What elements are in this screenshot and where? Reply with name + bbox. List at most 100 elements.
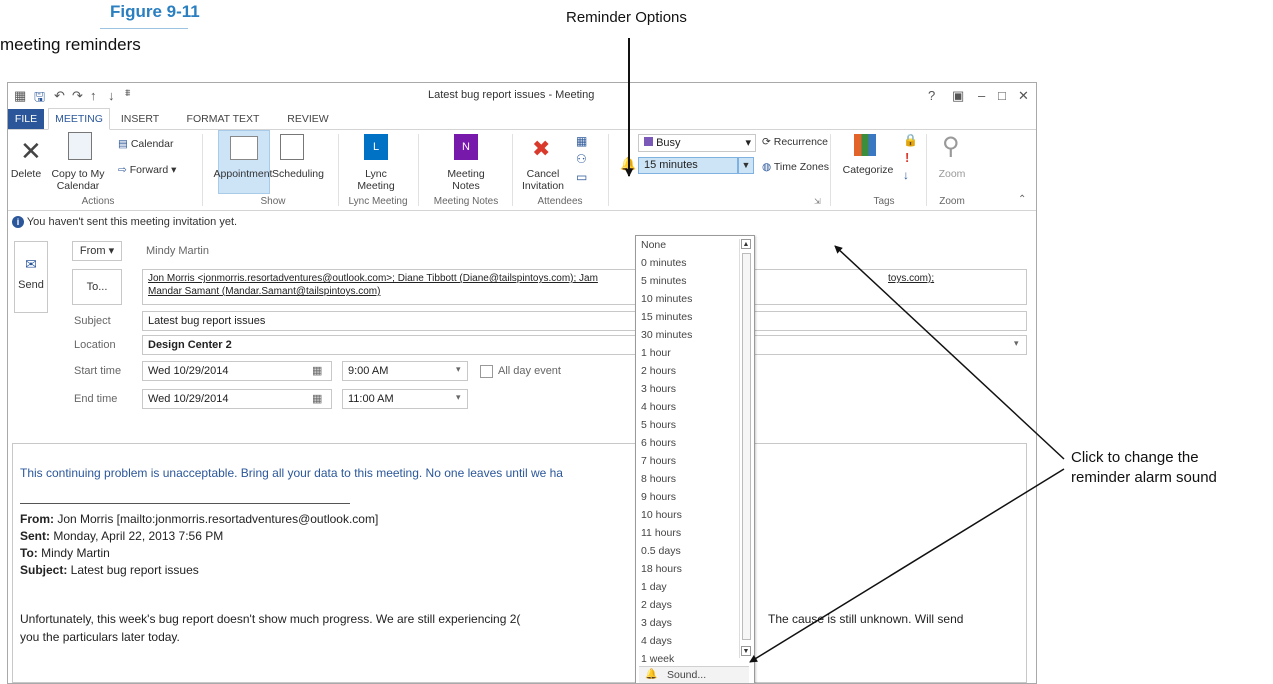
address-book-icon[interactable]: ▦ xyxy=(576,134,587,148)
reminder-option[interactable]: 4 hours xyxy=(641,401,676,413)
reminder-option[interactable]: 3 days xyxy=(641,617,672,629)
categorize-button[interactable]: Categorize xyxy=(838,164,898,176)
reminder-option[interactable]: 2 hours xyxy=(641,365,676,377)
to-recipients-line2: Mandar Samant (Mandar.Samant@tailspintoy… xyxy=(148,286,381,297)
scroll-down-icon[interactable]: ▼ xyxy=(741,646,751,656)
group-attendees: Attendees xyxy=(537,196,583,207)
end-time-dropdown-icon[interactable]: ▾ xyxy=(456,392,461,403)
separator xyxy=(926,134,927,206)
reminder-option[interactable]: 3 hours xyxy=(641,383,676,395)
send-button[interactable]: ✉ Send xyxy=(14,241,48,313)
scroll-thumb[interactable] xyxy=(742,253,751,640)
collapse-ribbon-icon[interactable]: ⌃ xyxy=(1018,194,1026,205)
help-icon[interactable]: ? xyxy=(928,88,935,103)
ribbon-display-icon[interactable]: ▣ xyxy=(952,88,964,104)
dropdown-scrollbar[interactable]: ▲ ▼ xyxy=(739,239,752,658)
calendar-button[interactable]: ▤ Calendar xyxy=(118,138,173,150)
reminder-select[interactable]: 15 minutes xyxy=(638,157,738,174)
reminder-option[interactable]: 0.5 days xyxy=(641,545,681,557)
start-time-input[interactable]: 9:00 AM xyxy=(342,361,468,381)
reminder-option[interactable]: 18 hours xyxy=(641,563,682,575)
group-meeting-notes: Meeting Notes xyxy=(433,196,499,207)
low-importance-icon[interactable]: ↓ xyxy=(903,168,909,182)
bell-icon: 🔔 xyxy=(645,669,658,680)
up-arrow-icon[interactable]: ↑ xyxy=(90,88,97,103)
start-time-dropdown-icon[interactable]: ▾ xyxy=(456,364,461,375)
tab-meeting[interactable]: MEETING xyxy=(48,108,110,130)
reminder-option[interactable]: 8 hours xyxy=(641,473,676,485)
calendar-icon[interactable]: ▦ xyxy=(312,392,322,405)
down-arrow-icon[interactable]: ↓ xyxy=(108,88,115,103)
reminder-option[interactable]: 1 day xyxy=(641,581,667,593)
minimize-icon[interactable]: – xyxy=(978,88,985,103)
callout-reminder-options: Reminder Options xyxy=(566,9,687,26)
all-day-checkbox[interactable] xyxy=(480,365,493,378)
high-importance-icon[interactable]: ! xyxy=(905,150,909,165)
lync-meeting-button[interactable]: Lync Meeting xyxy=(348,168,404,192)
options-launcher-icon[interactable]: ⇲ xyxy=(814,197,821,206)
scroll-up-icon[interactable]: ▲ xyxy=(741,239,751,249)
end-date-input[interactable]: Wed 10/29/2014 xyxy=(142,389,332,409)
reminder-option[interactable]: 5 hours xyxy=(641,419,676,431)
reminder-dropdown-list[interactable]: ▲ ▼ None 0 minutes 5 minutes 10 minutes … xyxy=(635,235,755,683)
location-dropdown-icon[interactable]: ▾ xyxy=(1014,338,1019,349)
reminder-option[interactable]: 6 hours xyxy=(641,437,676,449)
reminder-option[interactable]: 9 hours xyxy=(641,491,676,503)
reminder-option[interactable]: 11 hours xyxy=(641,527,681,539)
scheduling-button[interactable]: Scheduling xyxy=(268,168,328,180)
time-zones-button[interactable]: ◍ Time Zones xyxy=(762,161,829,173)
reminder-option[interactable]: 1 week xyxy=(641,653,674,665)
reminder-option[interactable]: 1 hour xyxy=(641,347,671,359)
cancel-invitation-button[interactable]: Cancel Invitation xyxy=(518,168,568,192)
calendar-icon[interactable]: ▦ xyxy=(312,364,322,377)
reminder-option[interactable]: 15 minutes xyxy=(641,311,692,323)
figure-label: Figure 9-11 xyxy=(110,2,200,21)
subject-input[interactable]: Latest bug report issues xyxy=(142,311,1027,331)
tab-format-text[interactable]: FORMAT TEXT xyxy=(178,109,268,129)
reminder-option[interactable]: None xyxy=(641,239,666,251)
reminder-option[interactable]: 30 minutes xyxy=(641,329,692,341)
callout-sound-line2: reminder alarm sound xyxy=(1071,469,1217,486)
delete-button[interactable]: Delete xyxy=(8,168,44,180)
start-date-input[interactable]: Wed 10/29/2014 xyxy=(142,361,332,381)
end-time-input[interactable]: 11:00 AM xyxy=(342,389,468,409)
zoom-button[interactable]: Zoom xyxy=(932,168,972,180)
copy-to-calendar-button[interactable]: Copy to My Calendar xyxy=(48,168,108,192)
maximize-icon[interactable]: □ xyxy=(998,88,1006,103)
group-zoom: Zoom xyxy=(939,196,965,207)
close-icon[interactable]: ✕ xyxy=(1018,88,1029,104)
to-field[interactable]: Jon Morris <jonmorris.resortadventures@o… xyxy=(142,269,1027,305)
tab-file[interactable]: FILE xyxy=(8,109,44,129)
private-lock-icon[interactable]: 🔒 xyxy=(903,133,918,147)
reminder-option[interactable]: 5 minutes xyxy=(641,275,687,287)
lync-icon: L xyxy=(364,134,388,160)
subject-label: Subject xyxy=(74,315,111,327)
undo-icon[interactable]: ↶ xyxy=(54,88,65,104)
reminder-option[interactable]: 0 minutes xyxy=(641,257,687,269)
to-button[interactable]: To... xyxy=(72,269,122,305)
meeting-notes-button[interactable]: Meeting Notes xyxy=(436,168,496,192)
group-lync-meeting: Lync Meeting xyxy=(348,196,408,207)
reminder-option[interactable]: 10 hours xyxy=(641,509,682,521)
copy-to-calendar-icon xyxy=(68,132,92,160)
calendar-icon: ▤ xyxy=(118,138,128,150)
check-names-icon[interactable]: ⚇ xyxy=(576,152,587,166)
customize-qat-icon[interactable]: ⩩ xyxy=(125,88,130,99)
to-text: Mindy Martin xyxy=(37,546,110,560)
reminder-option[interactable]: 7 hours xyxy=(641,455,676,467)
reminder-option[interactable]: 10 minutes xyxy=(641,293,692,305)
redo-icon[interactable]: ↷ xyxy=(72,88,83,104)
forward-button[interactable]: ⇨ Forward ▾ xyxy=(118,164,176,176)
reminder-option[interactable]: 4 days xyxy=(641,635,672,647)
response-options-icon[interactable]: ▭ xyxy=(576,170,587,184)
sound-button[interactable]: 🔔 Sound... xyxy=(639,666,749,683)
tab-insert[interactable]: INSERT xyxy=(116,109,164,129)
location-input[interactable]: Design Center 2 xyxy=(142,335,1027,355)
reminder-dropdown-icon[interactable]: ▼ xyxy=(738,157,754,174)
reminder-option[interactable]: 2 days xyxy=(641,599,672,611)
save-icon[interactable]: 🖫 xyxy=(34,88,45,110)
recurrence-button[interactable]: ⟳ Recurrence xyxy=(762,136,828,148)
show-as-select[interactable]: Busy ▾ xyxy=(638,134,756,152)
tab-review[interactable]: REVIEW xyxy=(278,109,338,129)
from-button[interactable]: From ▾ xyxy=(72,241,122,261)
